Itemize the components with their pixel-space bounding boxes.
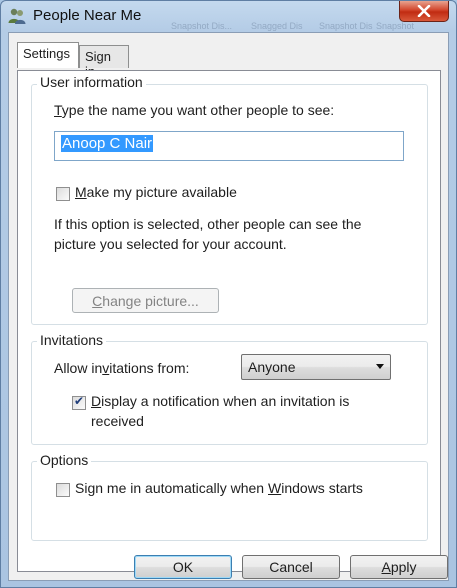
invitation-notification-label: Display a notification when an invitatio…	[91, 393, 349, 409]
ghost-text: Snapshot	[376, 21, 415, 31]
change-picture-button[interactable]: Change picture...	[72, 288, 219, 313]
group-label: Options	[37, 452, 92, 468]
chevron-down-icon	[376, 364, 384, 369]
invitation-notification-checkbox[interactable]	[72, 394, 86, 410]
group-label: User information	[37, 74, 146, 90]
label-text: indows starts	[281, 480, 363, 496]
label-text: Sign me in automatically when	[75, 480, 268, 496]
label-text: itations from:	[109, 360, 190, 376]
button-label: OK	[172, 559, 194, 575]
display-name-input[interactable]: Anoop C Nair	[54, 131, 404, 161]
button-label: hange picture...	[102, 292, 199, 309]
tab-settings[interactable]: Settings	[17, 42, 79, 68]
group-label: Invitations	[37, 332, 107, 348]
mnemonic: C	[92, 292, 103, 309]
mnemonic: M	[75, 184, 87, 200]
settings-panel: User information Type the name you want …	[17, 70, 441, 572]
people-near-me-dialog: People Near Me Snapshot Dis... Snagged D…	[0, 0, 457, 588]
ghost-text: Snagged Dis	[251, 21, 303, 31]
ok-button[interactable]: OK	[134, 555, 232, 579]
allow-invitations-label: Allow invitations from:	[54, 360, 189, 376]
ghost-text: Snapshot Dis...	[171, 21, 233, 31]
close-icon	[417, 5, 431, 17]
invitation-notification-label: received	[91, 413, 144, 429]
allow-invitations-select[interactable]: Anyone	[241, 354, 391, 380]
picture-info-text: picture you selected for your account.	[54, 236, 287, 252]
ghost-text: Snapshot Dis	[319, 21, 373, 31]
close-button[interactable]	[399, 1, 449, 22]
tab-sign-in[interactable]: Sign in	[79, 45, 129, 79]
auto-sign-in-checkbox[interactable]	[56, 483, 70, 497]
button-label: pply	[390, 559, 417, 575]
cancel-button[interactable]: Cancel	[242, 555, 340, 579]
picture-available-checkbox[interactable]	[56, 187, 70, 201]
title-bar[interactable]: People Near Me Snapshot Dis... Snagged D…	[1, 1, 456, 32]
display-name-value: Anoop C Nair	[61, 135, 154, 152]
label-text: Allow in	[54, 360, 103, 376]
select-value: Anyone	[248, 359, 296, 375]
dialog-client-area: Settings Sign in User information Type t…	[8, 32, 449, 581]
label-text: ake my picture available	[86, 184, 237, 200]
tab-label: Settings	[23, 46, 70, 61]
apply-button[interactable]: Apply	[350, 555, 448, 579]
mnemonic: A	[381, 559, 391, 575]
options-group	[31, 461, 428, 541]
button-label: Cancel	[269, 559, 313, 575]
mnemonic: T	[54, 102, 62, 118]
auto-sign-in-label: Sign me in automatically when Windows st…	[75, 480, 363, 496]
label-text: isplay a notification when an invitation…	[101, 393, 350, 409]
picture-available-label: Make my picture available	[75, 184, 237, 200]
window-title: People Near Me	[33, 7, 142, 24]
people-near-me-icon	[8, 8, 26, 24]
mnemonic: W	[268, 480, 282, 496]
name-prompt-label: Type the name you want other people to s…	[54, 102, 334, 118]
picture-info-text: If this option is selected, other people…	[54, 216, 362, 232]
mnemonic: D	[91, 393, 102, 409]
label-text: ype the name you want other people to se…	[61, 102, 335, 118]
